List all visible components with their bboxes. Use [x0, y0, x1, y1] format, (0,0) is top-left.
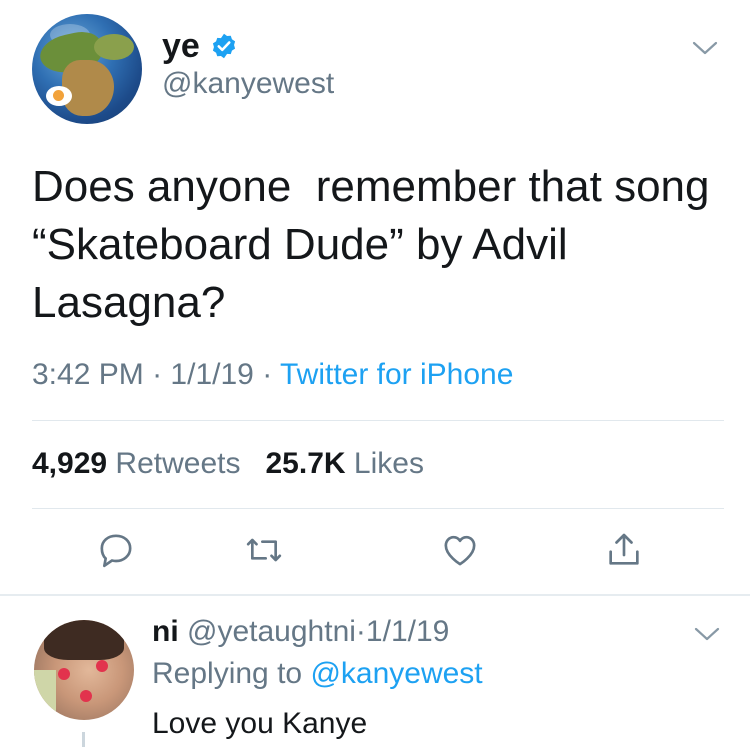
section-divider: [0, 594, 750, 596]
heart-sticker: [58, 668, 70, 680]
reply-date: 1/1/19: [365, 615, 450, 648]
reply-icon[interactable]: [96, 530, 136, 570]
avatar-hair: [44, 620, 124, 660]
reply-text: Love you Kanye: [152, 707, 368, 740]
divider: [32, 508, 724, 509]
tweet-meta: 3:42 PM · 1/1/19 · Twitter for iPhone: [32, 356, 513, 394]
tweet-time: 3:42 PM: [32, 358, 144, 391]
tweet-text: Does anyone remember that song “Skateboa…: [32, 162, 722, 327]
retweets-label: Retweets: [115, 447, 241, 480]
globe-yolk: [53, 90, 64, 101]
author-handle[interactable]: @kanyewest: [162, 66, 334, 102]
main-tweet[interactable]: ye @kanyewest Does anyone remember that …: [0, 0, 750, 596]
retweets-stat[interactable]: 4,929 Retweets: [32, 447, 240, 480]
chevron-down-icon[interactable]: [692, 40, 718, 56]
likes-count: 25.7K: [265, 447, 346, 480]
meta-separator: ·: [355, 615, 366, 648]
reply-author-handle[interactable]: @yetaughtni: [187, 615, 356, 648]
like-icon[interactable]: [440, 530, 480, 570]
divider: [32, 420, 724, 421]
author-name[interactable]: ye: [162, 26, 200, 66]
likes-stat[interactable]: 25.7K Likes: [266, 447, 424, 480]
tweet-stats: 4,929 Retweets 25.7K Likes: [32, 445, 424, 483]
reply-header: ni @yetaughtni·1/1/19: [152, 612, 449, 652]
tweet-source-link[interactable]: Twitter for iPhone: [280, 358, 513, 391]
reply-avatar[interactable]: [34, 620, 134, 720]
thread-line: [82, 732, 85, 747]
retweet-icon[interactable]: [244, 530, 284, 570]
retweets-count: 4,929: [32, 447, 108, 480]
replying-prefix: Replying to: [152, 657, 303, 690]
replying-mention-link[interactable]: @kanyewest: [310, 657, 482, 690]
meta-separator: ·: [262, 358, 273, 391]
heart-sticker: [80, 690, 92, 702]
likes-label: Likes: [353, 447, 424, 480]
heart-sticker: [96, 660, 108, 672]
replying-to: Replying to @kanyewest: [152, 654, 483, 694]
meta-separator: ·: [152, 358, 163, 391]
author-avatar[interactable]: [32, 14, 142, 124]
globe-land: [62, 60, 114, 116]
author-name-row[interactable]: ye: [162, 26, 238, 66]
reply-author-name[interactable]: ni: [152, 615, 179, 648]
verified-badge-icon: [212, 33, 235, 59]
chevron-down-icon[interactable]: [694, 626, 720, 642]
globe-land: [94, 34, 134, 60]
share-icon[interactable]: [604, 530, 644, 570]
tweet-date: 1/1/19: [170, 358, 254, 391]
avatar-background: [34, 670, 56, 720]
